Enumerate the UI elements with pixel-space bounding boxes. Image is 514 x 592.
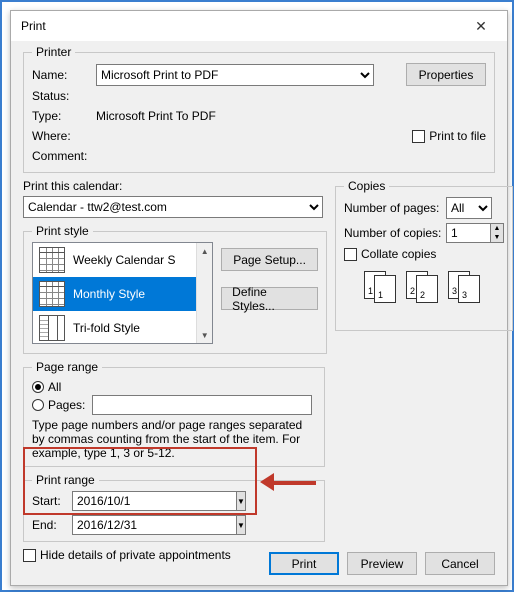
status-label: Status: xyxy=(32,88,96,104)
close-icon: ✕ xyxy=(475,18,487,35)
properties-button[interactable]: Properties xyxy=(406,63,486,86)
scroll-up-icon[interactable]: ▲ xyxy=(197,243,212,259)
print-to-file-checkbox[interactable]: Print to file xyxy=(412,128,486,144)
print-style-legend: Print style xyxy=(32,224,93,238)
num-pages-select[interactable]: All xyxy=(446,197,492,219)
chevron-down-icon[interactable]: ▼ xyxy=(236,515,246,535)
print-style-group: Print style Weekly Calendar S Monthly St… xyxy=(23,224,327,354)
printer-name-select[interactable]: Microsoft Print to PDF xyxy=(96,64,374,86)
collate-checkbox[interactable]: Collate copies xyxy=(344,247,504,261)
page-setup-button[interactable]: Page Setup... xyxy=(221,248,318,271)
radio-icon xyxy=(32,399,44,411)
type-label: Type: xyxy=(32,108,96,124)
page-range-help: Type page numbers and/or page ranges sep… xyxy=(32,418,316,460)
copies-group: Copies Number of pages: All Number of co… xyxy=(335,179,513,331)
copies-legend: Copies xyxy=(344,179,389,193)
type-value: Microsoft Print To PDF xyxy=(96,108,216,124)
start-date-input[interactable] xyxy=(72,491,236,511)
spin-up-icon[interactable]: ▲ xyxy=(491,224,503,233)
define-styles-button[interactable]: Define Styles... xyxy=(221,287,318,310)
cancel-button[interactable]: Cancel xyxy=(425,552,495,575)
preview-button[interactable]: Preview xyxy=(347,552,417,575)
page-range-group: Page range All Pages: Type page numbers … xyxy=(23,360,325,467)
radio-icon xyxy=(32,381,44,393)
end-date-field[interactable]: ▼ xyxy=(72,515,242,535)
start-label: Start: xyxy=(32,494,72,508)
chevron-down-icon[interactable]: ▼ xyxy=(236,491,246,511)
num-pages-label: Number of pages: xyxy=(344,201,446,215)
start-date-field[interactable]: ▼ xyxy=(72,491,242,511)
style-item-monthly[interactable]: Monthly Style xyxy=(33,277,212,311)
scroll-down-icon[interactable]: ▼ xyxy=(197,327,212,343)
checkbox-icon xyxy=(23,549,36,562)
print-button[interactable]: Print xyxy=(269,552,339,575)
calendar-select[interactable]: Calendar - ttw2@test.com xyxy=(23,196,323,218)
print-calendar-label: Print this calendar: xyxy=(23,179,325,193)
print-range-legend: Print range xyxy=(32,473,99,487)
name-label: Name: xyxy=(32,68,96,82)
collate-preview: 1 1 2 2 3 3 xyxy=(344,271,504,303)
window-title: Print xyxy=(21,19,46,33)
footer-buttons: Print Preview Cancel xyxy=(269,552,495,575)
checkbox-icon xyxy=(412,130,425,143)
style-scrollbar[interactable]: ▲ ▼ xyxy=(196,243,212,343)
end-date-input[interactable] xyxy=(72,515,236,535)
end-label: End: xyxy=(32,518,72,532)
radio-pages[interactable]: Pages: xyxy=(32,396,316,414)
comment-label: Comment: xyxy=(32,148,96,164)
spin-down-icon[interactable]: ▼ xyxy=(491,233,503,242)
checkbox-icon xyxy=(344,248,357,261)
style-item-trifold[interactable]: Tri-fold Style xyxy=(33,311,212,344)
pages-input[interactable] xyxy=(92,395,312,415)
close-button[interactable]: ✕ xyxy=(459,12,503,40)
printer-legend: Printer xyxy=(32,45,75,59)
printer-group: Printer Name: Microsoft Print to PDF Pro… xyxy=(23,45,495,173)
num-copies-input[interactable] xyxy=(446,223,490,243)
calendar-grid-icon xyxy=(39,281,65,307)
style-list[interactable]: Weekly Calendar S Monthly Style Tri-fold… xyxy=(32,242,213,344)
print-dialog: Print ✕ Printer Name: Microsoft Print to… xyxy=(10,10,508,586)
where-label: Where: xyxy=(32,128,96,144)
print-range-group: Print range Start: ▼ End: xyxy=(23,473,325,542)
style-item-weekly[interactable]: Weekly Calendar S xyxy=(33,243,212,277)
page-range-legend: Page range xyxy=(32,360,102,374)
calendar-grid-icon xyxy=(39,247,65,273)
num-copies-spinner[interactable]: ▲ ▼ xyxy=(446,223,504,243)
trifold-icon xyxy=(39,315,65,341)
radio-all[interactable]: All xyxy=(32,378,316,396)
titlebar: Print ✕ xyxy=(11,11,507,41)
num-copies-label: Number of copies: xyxy=(344,226,446,240)
